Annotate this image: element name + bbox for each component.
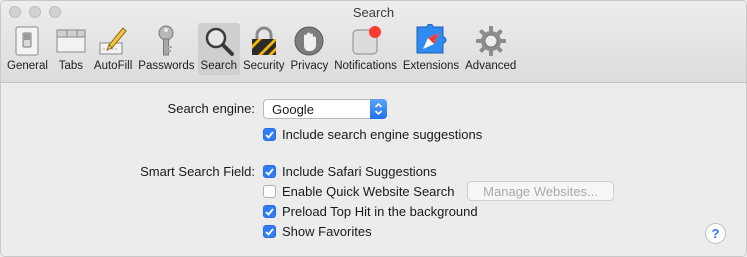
include-search-suggestions-option[interactable]: Include search engine suggestions bbox=[263, 127, 482, 142]
titlebar: Search General Tabs AutoFill Passwords S… bbox=[1, 1, 746, 83]
preferences-toolbar: General Tabs AutoFill Passwords Search S… bbox=[4, 23, 519, 75]
include-safari-suggestions-option[interactable]: Include Safari Suggestions bbox=[263, 164, 437, 179]
manage-websites-button[interactable]: Manage Websites... bbox=[467, 181, 614, 201]
lock-icon bbox=[247, 24, 281, 58]
tab-security[interactable]: Security bbox=[240, 23, 288, 75]
tab-passwords-label: Passwords bbox=[138, 60, 195, 72]
window-title: Search bbox=[352, 5, 395, 20]
quick-website-search-label: Enable Quick Website Search bbox=[282, 183, 455, 199]
tab-autofill[interactable]: AutoFill bbox=[91, 23, 135, 75]
preload-top-hit-option[interactable]: Preload Top Hit in the background bbox=[263, 204, 478, 219]
show-favorites-option[interactable]: Show Favorites bbox=[263, 224, 372, 239]
compass-puzzle-icon bbox=[414, 24, 448, 58]
tab-tabs-label: Tabs bbox=[58, 60, 84, 72]
tab-notifications-label: Notifications bbox=[334, 60, 397, 72]
tab-security-label: Security bbox=[242, 60, 285, 72]
preferences-window: Search General Tabs AutoFill Passwords S… bbox=[0, 0, 747, 257]
preload-top-hit-label: Preload Top Hit in the background bbox=[282, 204, 478, 219]
tab-passwords[interactable]: Passwords bbox=[135, 23, 197, 75]
gear-icon bbox=[474, 24, 508, 58]
preload-top-hit-checkbox[interactable] bbox=[263, 205, 276, 218]
tab-privacy[interactable]: Privacy bbox=[288, 23, 332, 75]
help-button[interactable]: ? bbox=[705, 223, 726, 244]
tab-extensions[interactable]: Extensions bbox=[400, 23, 462, 75]
tab-search-label: Search bbox=[200, 60, 237, 72]
tab-privacy-label: Privacy bbox=[290, 60, 329, 72]
search-engine-label: Search engine: bbox=[167, 101, 255, 116]
tab-advanced-label: Advanced bbox=[465, 60, 517, 72]
magnifier-icon bbox=[202, 24, 236, 58]
tab-general-label: General bbox=[7, 60, 48, 72]
tab-autofill-label: AutoFill bbox=[93, 60, 133, 72]
smart-search-field-label: Smart Search Field: bbox=[140, 164, 255, 179]
tab-general[interactable]: General bbox=[4, 23, 51, 75]
search-engine-select[interactable]: Google bbox=[263, 99, 387, 119]
chevron-updown-icon bbox=[370, 99, 387, 119]
tab-search[interactable]: Search bbox=[197, 23, 240, 75]
quick-website-search-option[interactable]: Enable Quick Website Search bbox=[263, 184, 467, 199]
show-favorites-checkbox[interactable] bbox=[263, 225, 276, 238]
show-favorites-label: Show Favorites bbox=[282, 224, 372, 239]
quick-website-search-checkbox[interactable] bbox=[263, 184, 276, 198]
notification-badge-icon bbox=[349, 24, 383, 58]
pencil-form-icon bbox=[96, 24, 130, 58]
general-switch-icon bbox=[10, 24, 44, 58]
search-settings-panel: Search engine: Google Include search eng… bbox=[1, 83, 746, 256]
tabs-icon bbox=[54, 24, 88, 58]
tab-extensions-label: Extensions bbox=[402, 60, 460, 72]
search-engine-value: Google bbox=[272, 101, 314, 117]
key-icon bbox=[149, 24, 183, 58]
include-search-suggestions-checkbox[interactable] bbox=[263, 128, 276, 141]
tab-advanced[interactable]: Advanced bbox=[462, 23, 519, 75]
tab-notifications[interactable]: Notifications bbox=[331, 23, 400, 75]
hand-icon bbox=[292, 24, 326, 58]
include-safari-suggestions-label: Include Safari Suggestions bbox=[282, 164, 437, 179]
tab-tabs[interactable]: Tabs bbox=[51, 23, 91, 75]
include-safari-suggestions-checkbox[interactable] bbox=[263, 165, 276, 178]
include-search-suggestions-label: Include search engine suggestions bbox=[282, 127, 483, 142]
